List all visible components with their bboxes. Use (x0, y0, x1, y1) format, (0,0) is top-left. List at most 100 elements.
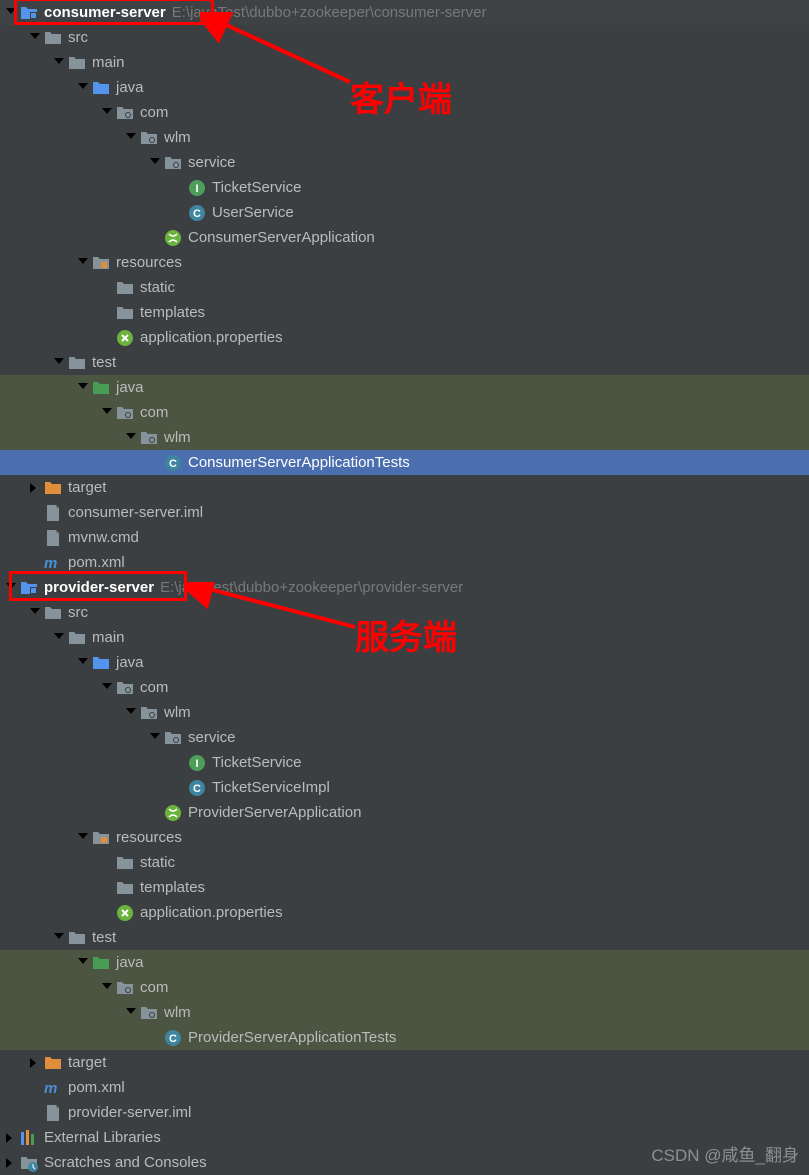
expand-icon[interactable] (76, 656, 90, 670)
folder-target[interactable]: target (0, 475, 809, 500)
class-label: ConsumerServerApplicationTests (188, 454, 410, 471)
expand-icon[interactable] (52, 931, 66, 945)
folder-label: target (68, 1054, 106, 1071)
expand-icon[interactable] (148, 156, 162, 170)
expand-icon[interactable] (76, 956, 90, 970)
folder-label: resources (116, 829, 182, 846)
folder-label: src (68, 604, 88, 621)
folder-test-java[interactable]: java (0, 375, 809, 400)
package-com[interactable]: com (0, 675, 809, 700)
spring-icon (164, 804, 182, 822)
expand-icon[interactable] (52, 356, 66, 370)
module-path: E:\javaTest\dubbo+zookeeper\consumer-ser… (172, 4, 487, 21)
folder-label: java (116, 379, 144, 396)
interface-ticket-service[interactable]: TicketService (0, 175, 809, 200)
folder-test[interactable]: test (0, 350, 809, 375)
folder-label: templates (140, 879, 205, 896)
folder-resources[interactable]: resources (0, 825, 809, 850)
expand-icon[interactable] (124, 1006, 138, 1020)
expand-icon[interactable] (28, 606, 42, 620)
class-consumer-tests[interactable]: ConsumerServerApplicationTests (0, 450, 809, 475)
collapse-icon[interactable] (4, 1131, 18, 1145)
expand-icon[interactable] (124, 706, 138, 720)
class-label: ConsumerServerApplication (188, 229, 375, 246)
package-icon (116, 679, 134, 697)
expand-icon[interactable] (100, 106, 114, 120)
package-icon (140, 1004, 158, 1022)
module-icon (20, 4, 38, 22)
folder-test[interactable]: test (0, 925, 809, 950)
module-consumer-server[interactable]: consumer-server E:\javaTest\dubbo+zookee… (0, 0, 809, 25)
class-provider-application[interactable]: ProviderServerApplication (0, 800, 809, 825)
expand-icon[interactable] (100, 681, 114, 695)
folder-test-java[interactable]: java (0, 950, 809, 975)
label: External Libraries (44, 1129, 161, 1146)
package-wlm[interactable]: wlm (0, 125, 809, 150)
expand-icon[interactable] (52, 56, 66, 70)
expand-icon[interactable] (4, 6, 18, 20)
folder-icon (116, 279, 134, 297)
class-label: TicketService (212, 179, 301, 196)
module-name: provider-server (44, 579, 154, 596)
expand-icon[interactable] (52, 631, 66, 645)
folder-label: test (92, 929, 116, 946)
package-icon (116, 404, 134, 422)
folder-templates[interactable]: templates (0, 300, 809, 325)
collapse-icon[interactable] (28, 1056, 42, 1070)
expand-icon[interactable] (148, 731, 162, 745)
class-icon (188, 204, 206, 222)
folder-label: target (68, 479, 106, 496)
package-test-com[interactable]: com (0, 975, 809, 1000)
package-test-wlm[interactable]: wlm (0, 425, 809, 450)
file-pom[interactable]: pom.xml (0, 550, 809, 575)
collapse-icon[interactable] (4, 1156, 18, 1170)
file-iml[interactable]: provider-server.iml (0, 1100, 809, 1125)
class-provider-tests[interactable]: ProviderServerApplicationTests (0, 1025, 809, 1050)
file-icon (44, 1104, 62, 1122)
package-test-wlm[interactable]: wlm (0, 1000, 809, 1025)
class-ticket-service-impl[interactable]: TicketServiceImpl (0, 775, 809, 800)
expand-icon[interactable] (100, 981, 114, 995)
package-service[interactable]: service (0, 725, 809, 750)
folder-static[interactable]: static (0, 850, 809, 875)
watermark: CSDN @咸鱼_翻身 (651, 1141, 799, 1166)
folder-src[interactable]: src (0, 25, 809, 50)
folder-target[interactable]: target (0, 1050, 809, 1075)
package-icon (164, 729, 182, 747)
expand-icon[interactable] (76, 256, 90, 270)
expand-icon[interactable] (100, 406, 114, 420)
expand-icon[interactable] (76, 381, 90, 395)
folder-static[interactable]: static (0, 275, 809, 300)
class-user-service[interactable]: UserService (0, 200, 809, 225)
file-application-properties[interactable]: application.properties (0, 900, 809, 925)
expand-icon[interactable] (4, 581, 18, 595)
class-icon (164, 454, 182, 472)
expand-icon[interactable] (124, 131, 138, 145)
package-label: wlm (164, 129, 191, 146)
file-mvnw[interactable]: mvnw.cmd (0, 525, 809, 550)
package-wlm[interactable]: wlm (0, 700, 809, 725)
class-consumer-application[interactable]: ConsumerServerApplication (0, 225, 809, 250)
folder-resources[interactable]: resources (0, 250, 809, 275)
package-icon (116, 104, 134, 122)
folder-icon (68, 929, 86, 947)
collapse-icon[interactable] (28, 481, 42, 495)
package-test-com[interactable]: com (0, 400, 809, 425)
module-name: consumer-server (44, 4, 166, 21)
excluded-folder-icon (44, 1054, 62, 1072)
package-service[interactable]: service (0, 150, 809, 175)
expand-icon[interactable] (76, 81, 90, 95)
interface-ticket-service[interactable]: TicketService (0, 750, 809, 775)
folder-templates[interactable]: templates (0, 875, 809, 900)
file-pom[interactable]: pom.xml (0, 1075, 809, 1100)
folder-label: templates (140, 304, 205, 321)
file-application-properties[interactable]: application.properties (0, 325, 809, 350)
folder-label: static (140, 279, 175, 296)
expand-icon[interactable] (28, 31, 42, 45)
expand-icon[interactable] (124, 431, 138, 445)
interface-icon (188, 754, 206, 772)
file-iml[interactable]: consumer-server.iml (0, 500, 809, 525)
expand-icon[interactable] (76, 831, 90, 845)
module-provider-server[interactable]: provider-server E:\javaTest\dubbo+zookee… (0, 575, 809, 600)
package-icon (140, 129, 158, 147)
